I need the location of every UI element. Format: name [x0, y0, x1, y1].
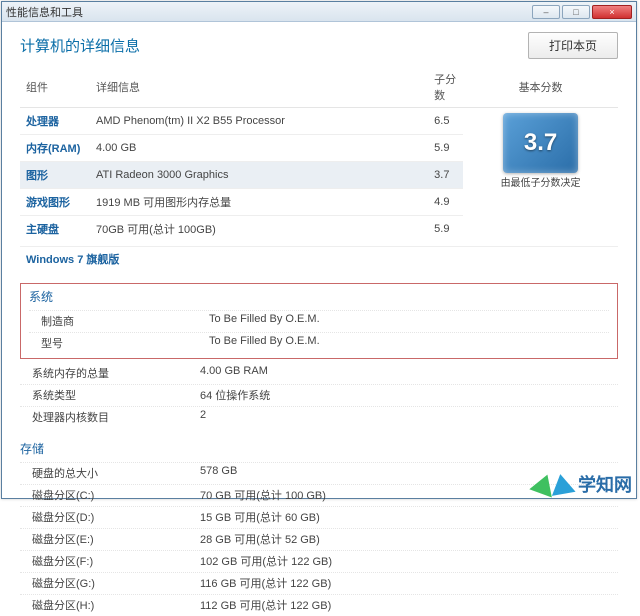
comp-label: 游戏图形 — [20, 189, 90, 216]
kv-val: 4.00 GB RAM — [200, 365, 618, 381]
kv-row: 磁盘分区(F:)102 GB 可用(总计 122 GB) — [20, 550, 618, 572]
kv-val: 112 GB 可用(总计 122 GB) — [200, 597, 618, 613]
kv-key: 磁盘分区(D:) — [20, 509, 200, 525]
comp-detail: 70GB 可用(总计 100GB) — [90, 216, 428, 243]
base-score-caption: 由最低子分数决定 — [469, 177, 612, 190]
logo-text: 学知网 — [578, 471, 632, 497]
kv-row: 系统内存的总量4.00 GB RAM — [20, 363, 618, 384]
system-title: 系统 — [29, 288, 609, 305]
kv-key: 磁盘分区(H:) — [20, 597, 200, 613]
header-row: 计算机的详细信息 打印本页 — [20, 32, 618, 59]
system-extra: 系统内存的总量4.00 GB RAM 系统类型64 位操作系统 处理器内核数目2 — [20, 363, 618, 428]
kv-key: 磁盘分区(E:) — [20, 531, 200, 547]
kv-row: 硬盘的总大小578 GB — [20, 462, 618, 484]
comp-detail: 1919 MB 可用图形内存总量 — [90, 189, 428, 216]
comp-label: 内存(RAM) — [20, 135, 90, 162]
kv-key: 系统内存的总量 — [20, 365, 200, 381]
kv-row: 型号To Be Filled By O.E.M. — [29, 332, 609, 354]
kv-val: To Be Filled By O.E.M. — [209, 313, 609, 329]
storage-title: 存储 — [20, 440, 618, 457]
col-component: 组件 — [20, 67, 90, 108]
kv-key: 制造商 — [29, 313, 209, 329]
kv-key: 磁盘分区(G:) — [20, 575, 200, 591]
content-area: 计算机的详细信息 打印本页 组件 详细信息 子分数 基本分数 处理器 AMD P… — [2, 22, 636, 616]
comp-subscore: 6.5 — [428, 108, 463, 135]
close-button[interactable]: × — [592, 5, 632, 19]
kv-key: 磁盘分区(C:) — [20, 487, 200, 503]
kv-val: 2 — [200, 409, 618, 425]
kv-key: 磁盘分区(F:) — [20, 553, 200, 569]
comp-label: 处理器 — [20, 108, 90, 135]
comp-label: 图形 — [20, 162, 90, 189]
comp-detail: ATI Radeon 3000 Graphics — [90, 162, 428, 189]
base-score-cell: 3.7 由最低子分数决定 — [463, 108, 618, 243]
minimize-button[interactable]: – — [532, 5, 560, 19]
kv-val: 102 GB 可用(总计 122 GB) — [200, 553, 618, 569]
col-detail: 详细信息 — [90, 67, 428, 108]
kv-key: 硬盘的总大小 — [20, 465, 200, 481]
kv-val: 15 GB 可用(总计 60 GB) — [200, 509, 618, 525]
col-basescore: 基本分数 — [463, 67, 618, 108]
kv-row: 磁盘分区(H:)112 GB 可用(总计 122 GB) — [20, 594, 618, 616]
print-button[interactable]: 打印本页 — [528, 32, 618, 59]
table-row: 处理器 AMD Phenom(tm) II X2 B55 Processor 6… — [20, 108, 618, 135]
storage-section: 存储 硬盘的总大小578 GB 磁盘分区(C:)70 GB 可用(总计 100 … — [20, 440, 618, 616]
comp-detail: 4.00 GB — [90, 135, 428, 162]
kv-row: 磁盘分区(E:)28 GB 可用(总计 52 GB) — [20, 528, 618, 550]
page-title: 计算机的详细信息 — [20, 35, 528, 56]
watermark-logo: 学知网 — [532, 471, 632, 497]
kv-val: To Be Filled By O.E.M. — [209, 335, 609, 351]
comp-label: 主硬盘 — [20, 216, 90, 243]
comp-subscore: 5.9 — [428, 216, 463, 243]
base-score-value: 3.7 — [524, 129, 557, 157]
kv-key: 系统类型 — [20, 387, 200, 403]
comp-subscore: 4.9 — [428, 189, 463, 216]
kv-row: 磁盘分区(G:)116 GB 可用(总计 122 GB) — [20, 572, 618, 594]
kv-val: 64 位操作系统 — [200, 387, 618, 403]
kv-key: 处理器内核数目 — [20, 409, 200, 425]
logo-shape-icon — [548, 472, 575, 496]
kv-val: 28 GB 可用(总计 52 GB) — [200, 531, 618, 547]
base-score-badge: 3.7 — [503, 113, 578, 173]
kv-key: 型号 — [29, 335, 209, 351]
kv-val: 116 GB 可用(总计 122 GB) — [200, 575, 618, 591]
comp-subscore: 3.7 — [428, 162, 463, 189]
kv-row: 处理器内核数目2 — [20, 406, 618, 428]
window-title: 性能信息和工具 — [6, 4, 530, 20]
app-window: 性能信息和工具 – □ × 计算机的详细信息 打印本页 组件 详细信息 子分数 … — [1, 1, 637, 499]
system-section: 系统 制造商To Be Filled By O.E.M. 型号To Be Fil… — [20, 283, 618, 359]
col-subscore: 子分数 — [428, 67, 463, 108]
kv-row: 磁盘分区(C:)70 GB 可用(总计 100 GB) — [20, 484, 618, 506]
comp-detail: AMD Phenom(tm) II X2 B55 Processor — [90, 108, 428, 135]
kv-row: 磁盘分区(D:)15 GB 可用(总计 60 GB) — [20, 506, 618, 528]
titlebar[interactable]: 性能信息和工具 – □ × — [2, 2, 636, 22]
kv-row: 系统类型64 位操作系统 — [20, 384, 618, 406]
os-label: Windows 7 旗舰版 — [20, 246, 618, 271]
kv-row: 制造商To Be Filled By O.E.M. — [29, 310, 609, 332]
maximize-button[interactable]: □ — [562, 5, 590, 19]
wei-table: 组件 详细信息 子分数 基本分数 处理器 AMD Phenom(tm) II X… — [20, 67, 618, 242]
comp-subscore: 5.9 — [428, 135, 463, 162]
